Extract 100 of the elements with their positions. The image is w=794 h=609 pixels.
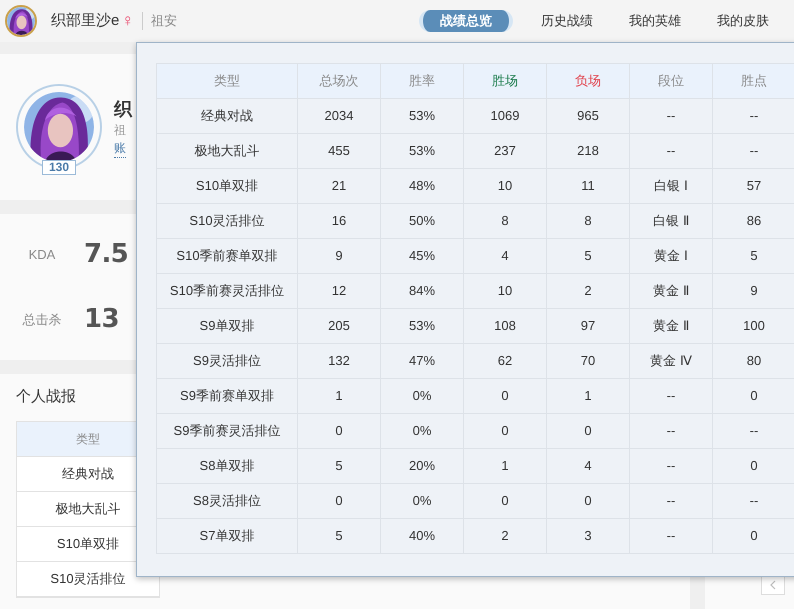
table-cell: 12 [298,274,380,308]
table-cell: 0 [298,484,380,518]
table-cell: 132 [298,344,380,378]
avatar[interactable] [5,5,37,37]
table-cell: 5 [298,448,380,484]
table-cell: 1 [298,378,380,414]
table-cell: 3 [546,518,630,554]
profile-server: 祖 [114,122,127,138]
table-cell: S9灵活排位 [156,344,298,378]
column-header: 总场次 [298,64,380,98]
table-cell: 53% [380,98,464,134]
table-cell: 40% [380,518,464,554]
table-cell: S9季前赛灵活排位 [156,414,298,448]
nav-tab[interactable]: 历史战绩 [523,10,611,32]
server-name: 祖安 [151,12,178,30]
table-cell: -- [630,98,712,134]
table-cell: 70 [546,344,630,378]
nav-tab[interactable]: 我的皮肤 [699,10,787,32]
table-cell: 2034 [298,98,380,134]
column-header: 段位 [630,64,712,98]
table-cell: 20% [380,448,464,484]
table-cell: 8 [464,204,546,238]
table-cell: 205 [298,308,380,344]
table-cell: S10季前赛单双排 [156,238,298,274]
table-cell: 经典对战 [156,98,298,134]
stat-label: KDA [28,246,56,264]
table-cell: 108 [464,308,546,344]
table-cell: 62 [464,344,546,378]
stat-value: 7.5 [84,238,128,271]
table-cell: -- [630,484,712,518]
table-cell: 0% [380,378,464,414]
column-header: 类型 [156,64,298,98]
table-cell: 48% [380,168,464,204]
nav-tab[interactable]: 我的英雄 [611,10,699,32]
level-badge: 130 [42,160,76,175]
table-cell: 0 [298,414,380,448]
table-cell: 237 [464,134,546,168]
table-cell: 5 [546,238,630,274]
table-cell: 0 [546,484,630,518]
table-cell: S10灵活排位 [156,204,298,238]
table-cell: 白银 Ⅱ [630,204,712,238]
profile-name: 织 [114,98,132,120]
table-cell: 0 [464,378,546,414]
column-header: 胜点 [712,64,794,98]
table-cell: 黄金 Ⅱ [630,274,712,308]
table-cell: 0% [380,414,464,448]
table-cell: 50% [380,204,464,238]
table-cell: 455 [298,134,380,168]
table-cell: 47% [380,344,464,378]
table-cell: 84% [380,274,464,308]
table-cell: S8单双排 [156,448,298,484]
table-cell: 白银 Ⅰ [630,168,712,204]
column-header: 胜率 [380,64,464,98]
table-cell: 5 [298,518,380,554]
table-cell: -- [630,414,712,448]
table-cell: 16 [298,204,380,238]
table-cell: S7单双排 [156,518,298,554]
table-cell: 2 [546,274,630,308]
table-cell: S9季前赛单双排 [156,378,298,414]
table-cell: -- [630,448,712,484]
table-cell: -- [630,134,712,168]
stat-label: 总击杀 [22,310,62,329]
table-cell: 0 [546,414,630,448]
table-cell: 1069 [464,98,546,134]
table-cell: 黄金 Ⅱ [630,308,712,344]
table-cell: 45% [380,238,464,274]
section-title: 个人战报 [16,387,76,407]
chevron-left-icon [770,580,776,590]
column-header: 负场 [546,64,630,98]
table-cell: 53% [380,134,464,168]
table-cell: 0% [380,484,464,518]
nav-tab[interactable]: 战绩总览 [419,10,513,32]
player-name: 织部里沙e [51,10,120,31]
table-cell: 黄金 Ⅳ [630,344,712,378]
table-cell: 2 [464,518,546,554]
table-cell: 4 [464,238,546,274]
table-cell: S10季前赛灵活排位 [156,274,298,308]
table-cell: 97 [546,308,630,344]
table-cell: 0 [464,414,546,448]
table-cell: 极地大乱斗 [156,134,298,168]
table-cell: S8灵活排位 [156,484,298,518]
table-cell: 218 [546,134,630,168]
gender-icon: ♀ [121,8,134,34]
table-cell: -- [630,518,712,554]
table-cell: 11 [546,168,630,204]
table-cell: 10 [464,274,546,308]
stat-value: 13 [84,303,119,336]
table-cell: 9 [298,238,380,274]
table-cell: 4 [546,448,630,484]
table-cell: 965 [546,98,630,134]
table-cell: 53% [380,308,464,344]
table-cell: 1 [464,448,546,484]
column-header: 胜场 [464,64,546,98]
account-link[interactable]: 账 [114,138,126,158]
table-cell: S10灵活排位 [17,562,159,596]
table-cell: 0 [464,484,546,518]
table-cell: 黄金 Ⅰ [630,238,712,274]
table-cell: 21 [298,168,380,204]
table-cell: 1 [546,378,630,414]
table-cell: S10单双排 [156,168,298,204]
